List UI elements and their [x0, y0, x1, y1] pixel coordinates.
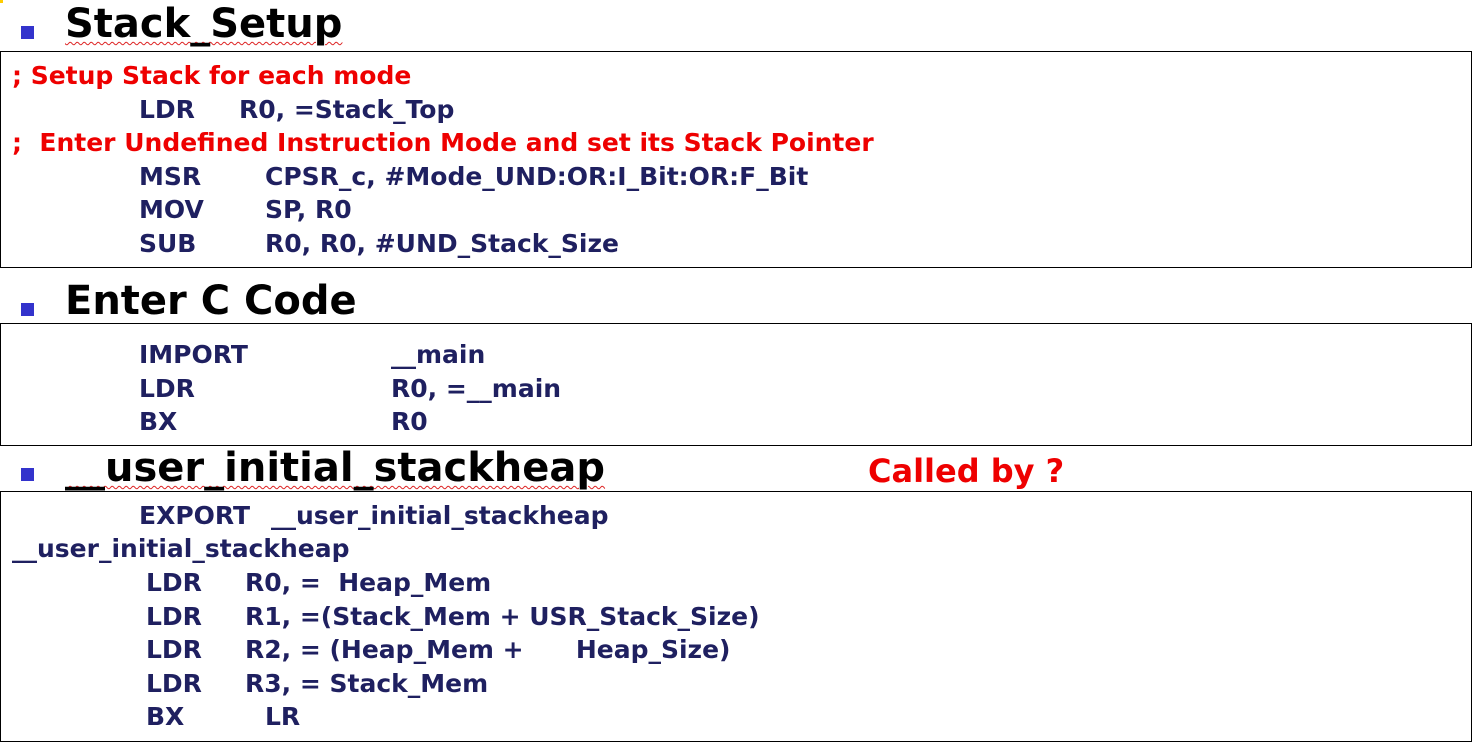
code-block-user-initial-stackheap: EXPORT __user_initial_stackheap __user_i… — [0, 491, 1472, 742]
instruction-op: MOV — [139, 195, 204, 224]
instruction-op: LDR — [139, 95, 195, 124]
instruction-args: R0, = Heap_Mem — [245, 568, 492, 597]
instruction-op: BX — [146, 702, 185, 731]
instruction-args: LR — [265, 702, 301, 731]
instruction-args: __main — [391, 340, 486, 369]
code-block-enter-c-code: IMPORT __main LDR R0, =__main BX R0 — [0, 323, 1472, 446]
instruction-op: BX — [139, 407, 178, 436]
instruction-op: LDR — [146, 669, 202, 698]
heading-text: Stack_Setup — [65, 1, 343, 47]
instruction-op: LDR — [146, 568, 202, 597]
heading-text: Enter C Code — [65, 278, 357, 324]
instruction-args: CPSR_c, #Mode_UND:OR:I_Bit:OR:F_Bit — [265, 162, 809, 191]
instruction-op: IMPORT — [139, 340, 248, 369]
instruction-op: LDR — [146, 602, 202, 631]
instruction-args: __user_initial_stackheap — [271, 501, 609, 530]
called-by-note: Called by ? — [868, 452, 1065, 490]
bullet-icon — [21, 26, 34, 39]
bullet-icon — [21, 468, 34, 481]
comment-line: ; Enter Undefined Instruction Mode and s… — [12, 128, 874, 157]
instruction-op: SUB — [139, 229, 197, 258]
instruction-args: R2, = (Heap_Mem + Heap_Size) — [245, 635, 731, 664]
code-label: __user_initial_stackheap — [12, 534, 350, 563]
instruction-args: SP, R0 — [265, 195, 352, 224]
instruction-args: R0 — [391, 407, 428, 436]
comment-line: ; Setup Stack for each mode — [12, 61, 412, 90]
instruction-op: LDR — [146, 635, 202, 664]
instruction-op: LDR — [139, 374, 195, 403]
instruction-op: MSR — [139, 162, 202, 191]
heading-text: __user_initial_stackheap — [65, 445, 606, 491]
code-block-stack-setup: ; Setup Stack for each mode LDR R0, =Sta… — [0, 51, 1472, 268]
instruction-args: R3, = Stack_Mem — [245, 669, 489, 698]
instruction-op: EXPORT — [139, 501, 251, 530]
instruction-args: R0, =Stack_Top — [239, 95, 455, 124]
corner-mark — [0, 0, 3, 3]
bullet-icon — [21, 303, 34, 316]
instruction-args: R0, R0, #UND_Stack_Size — [265, 229, 619, 258]
instruction-args: R1, =(Stack_Mem + USR_Stack_Size) — [245, 602, 760, 631]
instruction-args: R0, =__main — [391, 374, 562, 403]
